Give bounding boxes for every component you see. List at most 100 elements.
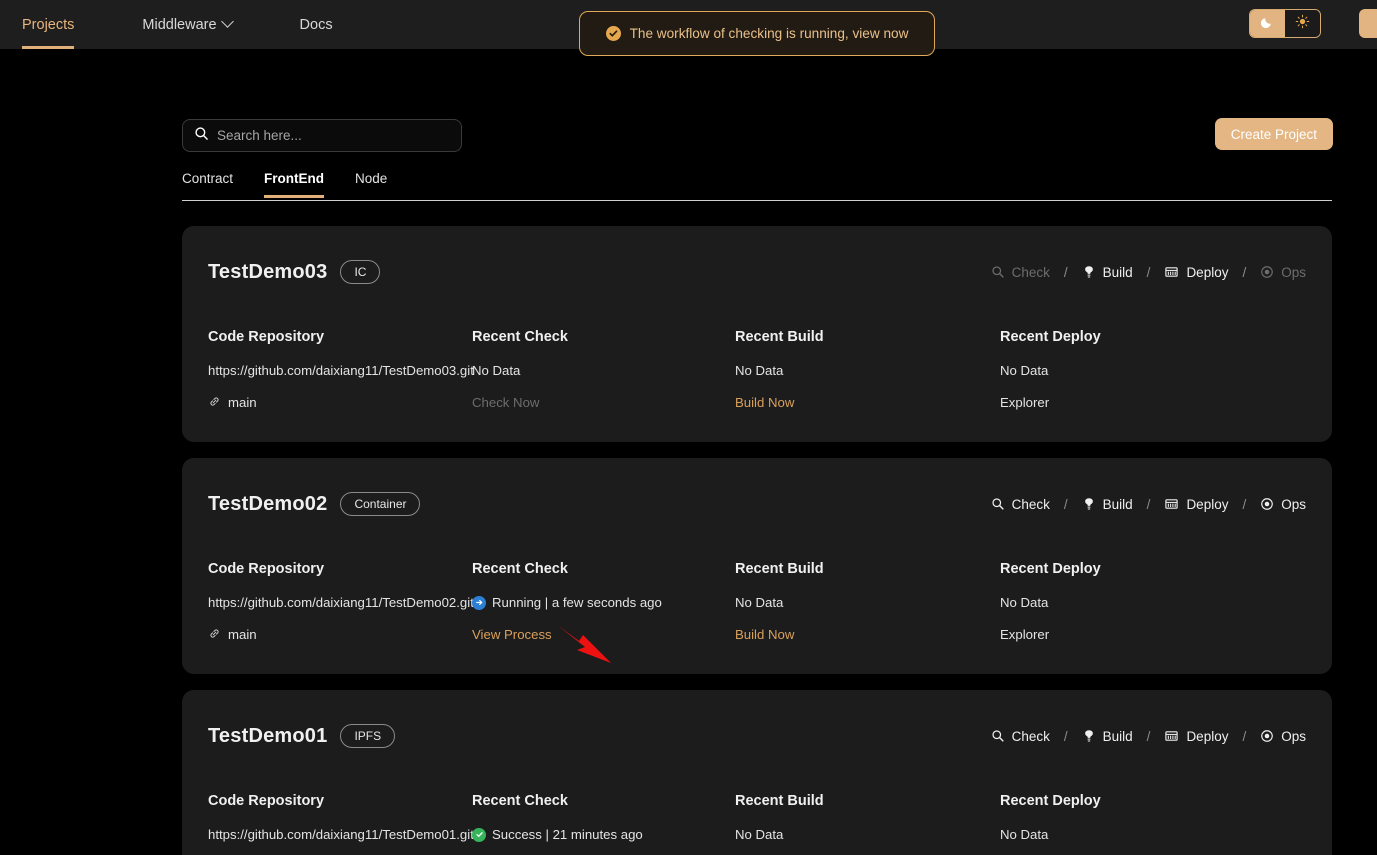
hammer-icon xyxy=(1082,265,1096,279)
card-title-wrap: TestDemo02 Container xyxy=(208,492,421,516)
check-status: Success | 21 minutes ago xyxy=(492,827,643,842)
repo-url[interactable]: https://github.com/daixiang11/TestDemo03… xyxy=(208,363,474,378)
tab-node[interactable]: Node xyxy=(355,171,387,197)
create-project-button[interactable]: Create Project xyxy=(1214,118,1333,150)
server-icon xyxy=(1164,265,1179,279)
action-label: Build xyxy=(1102,496,1133,512)
hammer-icon xyxy=(1082,497,1096,511)
project-type-tabs: Contract FrontEnd Node xyxy=(182,171,1332,201)
action-check[interactable]: Check xyxy=(991,265,1050,280)
search-bar[interactable] xyxy=(182,119,462,152)
action-separator: / xyxy=(1063,728,1068,744)
action-separator: / xyxy=(1146,496,1151,512)
card-actions: Check / Build / Deploy / Ops xyxy=(991,729,1306,744)
card-body: Code Repository https://github.com/daixi… xyxy=(208,561,1306,642)
check-action-link[interactable]: Check Now xyxy=(472,395,735,410)
column-recent-build: Recent Build No Data Build Now xyxy=(735,329,1000,410)
column-title: Code Repository xyxy=(208,561,325,577)
server-icon xyxy=(1164,497,1179,511)
action-build[interactable]: Build xyxy=(1082,497,1133,512)
nav-item-label: Projects xyxy=(22,16,75,33)
project-card: TestDemo01 IPFS Check / Build / Deploy /… xyxy=(182,690,1332,855)
deploy-status: No Data xyxy=(1000,363,1049,378)
hammer-icon xyxy=(1082,729,1096,743)
column-recent-check: Recent Check No Data Check Now xyxy=(472,329,735,410)
check-action-link[interactable]: View Process xyxy=(472,627,735,642)
tab-contract[interactable]: Contract xyxy=(182,171,233,197)
action-label: Ops xyxy=(1281,728,1306,744)
column-recent-check: Recent Check Success | 21 minutes ago Vi… xyxy=(472,793,735,855)
column-title: Code Repository xyxy=(208,793,325,809)
check-status: No Data xyxy=(472,363,521,378)
magnifier-icon xyxy=(991,497,1005,511)
repo-url[interactable]: https://github.com/daixiang11/TestDemo01… xyxy=(208,827,474,842)
action-label: Deploy xyxy=(1186,264,1229,280)
action-separator: / xyxy=(1063,496,1068,512)
action-label: Ops xyxy=(1281,264,1306,280)
project-card-list: TestDemo03 IC Check / Build / Deploy / O… xyxy=(182,226,1332,855)
running-arrow-icon xyxy=(472,595,486,610)
repo-url[interactable]: https://github.com/daixiang11/TestDemo02… xyxy=(208,595,474,610)
build-action-link[interactable]: Build Now xyxy=(735,627,1000,642)
column-repository: Code Repository https://github.com/daixi… xyxy=(208,793,474,855)
branch-icon xyxy=(208,395,221,411)
column-repository: Code Repository https://github.com/daixi… xyxy=(208,329,474,411)
nav-item-middleware[interactable]: Middleware xyxy=(142,0,234,49)
deploy-action-link[interactable]: Explorer xyxy=(1000,395,1230,410)
card-actions: Check / Build / Deploy / Ops xyxy=(991,497,1306,512)
check-circle-icon xyxy=(605,26,621,41)
nav-item-label: Docs xyxy=(299,16,333,33)
column-title: Recent Build xyxy=(735,793,824,809)
build-status: No Data xyxy=(735,827,784,842)
column-title: Recent Build xyxy=(735,329,824,345)
action-separator: / xyxy=(1146,728,1151,744)
action-ops[interactable]: Ops xyxy=(1260,729,1306,744)
column-recent-build: Recent Build No Data Build Now xyxy=(735,793,1000,855)
action-deploy[interactable]: Deploy xyxy=(1164,265,1228,280)
nav-item-docs[interactable]: Docs xyxy=(300,0,333,49)
card-title-wrap: TestDemo03 IC xyxy=(208,260,381,284)
search-input[interactable] xyxy=(217,128,450,143)
action-deploy[interactable]: Deploy xyxy=(1164,729,1228,744)
action-label: Deploy xyxy=(1186,496,1229,512)
card-header: TestDemo01 IPFS Check / Build / Deploy /… xyxy=(208,718,1306,754)
build-action-link[interactable]: Build Now xyxy=(735,395,1000,410)
check-status-row: Running | a few seconds ago xyxy=(472,595,735,610)
top-navigation-bar: Projects Middleware Docs The workflow of… xyxy=(0,0,1377,56)
action-check[interactable]: Check xyxy=(991,497,1050,512)
action-deploy[interactable]: Deploy xyxy=(1164,497,1228,512)
action-build[interactable]: Build xyxy=(1082,729,1133,744)
action-separator: / xyxy=(1063,264,1068,280)
column-recent-deploy: Recent Deploy No Data Explorer xyxy=(1000,329,1230,410)
moon-icon xyxy=(1260,14,1275,34)
success-check-icon xyxy=(472,827,486,842)
project-card: TestDemo02 Container Check / Build / Dep… xyxy=(182,458,1332,674)
column-recent-deploy: Recent Deploy No Data Explorer xyxy=(1000,561,1230,642)
search-icon xyxy=(194,126,209,146)
chevron-down-icon xyxy=(220,15,234,28)
theme-toggle[interactable] xyxy=(1249,9,1321,38)
toast-message: The workflow of checking is running, vie… xyxy=(629,26,909,41)
action-separator: / xyxy=(1242,728,1247,744)
account-button-partial[interactable] xyxy=(1359,9,1377,38)
project-type-badge: Container xyxy=(340,492,421,516)
action-build[interactable]: Build xyxy=(1082,265,1133,280)
action-ops[interactable]: Ops xyxy=(1260,497,1306,512)
card-header: TestDemo02 Container Check / Build / Dep… xyxy=(208,486,1306,522)
action-separator: / xyxy=(1146,264,1151,280)
check-status: Running | a few seconds ago xyxy=(492,595,662,610)
branch-name: main xyxy=(228,395,257,410)
action-check[interactable]: Check xyxy=(991,729,1050,744)
column-title: Recent Check xyxy=(472,329,568,345)
deploy-status: No Data xyxy=(1000,827,1049,842)
project-title: TestDemo03 xyxy=(208,260,328,283)
nav-item-projects[interactable]: Projects xyxy=(22,0,75,49)
workflow-running-toast[interactable]: The workflow of checking is running, vie… xyxy=(579,11,935,56)
tab-frontend[interactable]: FrontEnd xyxy=(264,171,325,198)
action-label: Check xyxy=(1011,728,1050,744)
deploy-action-link[interactable]: Explorer xyxy=(1000,627,1230,642)
action-ops[interactable]: Ops xyxy=(1260,265,1306,280)
theme-dark-button[interactable] xyxy=(1250,10,1285,37)
theme-light-button[interactable] xyxy=(1285,10,1320,37)
column-title: Recent Deploy xyxy=(1000,329,1101,345)
